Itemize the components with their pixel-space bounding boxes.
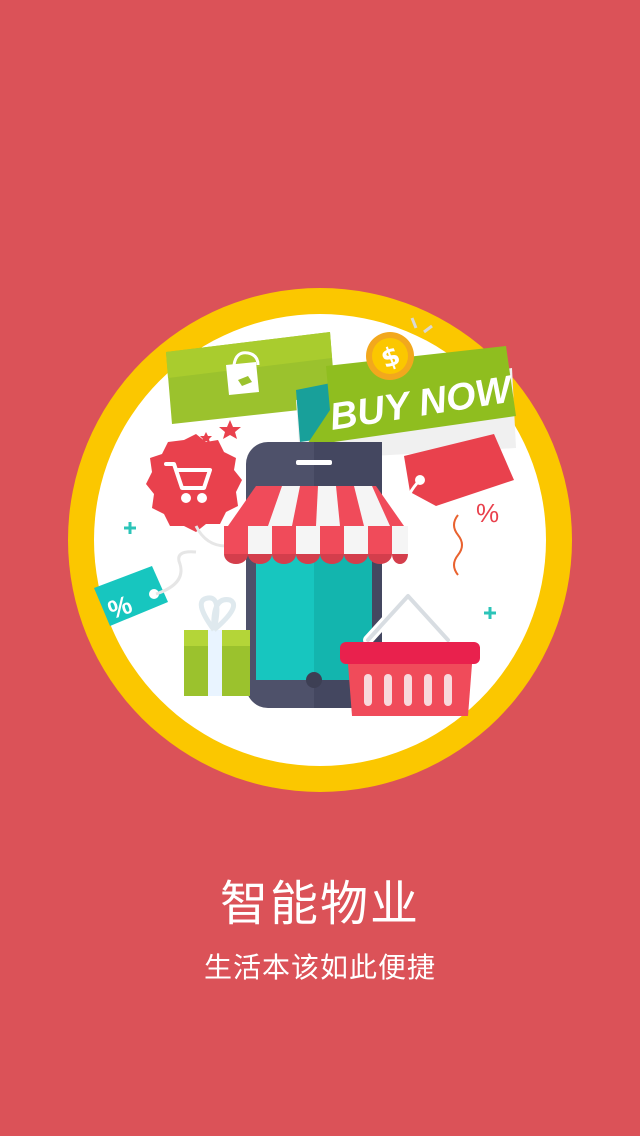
awning-icon xyxy=(224,486,408,564)
shopping-illustration: BUY NOW $ % % xyxy=(68,288,572,792)
app-title: 智能物业 xyxy=(219,876,420,932)
app-slogan: 生活本该如此便捷 xyxy=(203,951,436,984)
percent-right-icon: % xyxy=(476,498,499,528)
hero-illustration: BUY NOW $ % % xyxy=(0,270,640,830)
splash-screen: BUY NOW $ % % 智能物业 生活本该如此便捷 xyxy=(0,0,640,1136)
coin-icon: $ xyxy=(366,332,414,380)
